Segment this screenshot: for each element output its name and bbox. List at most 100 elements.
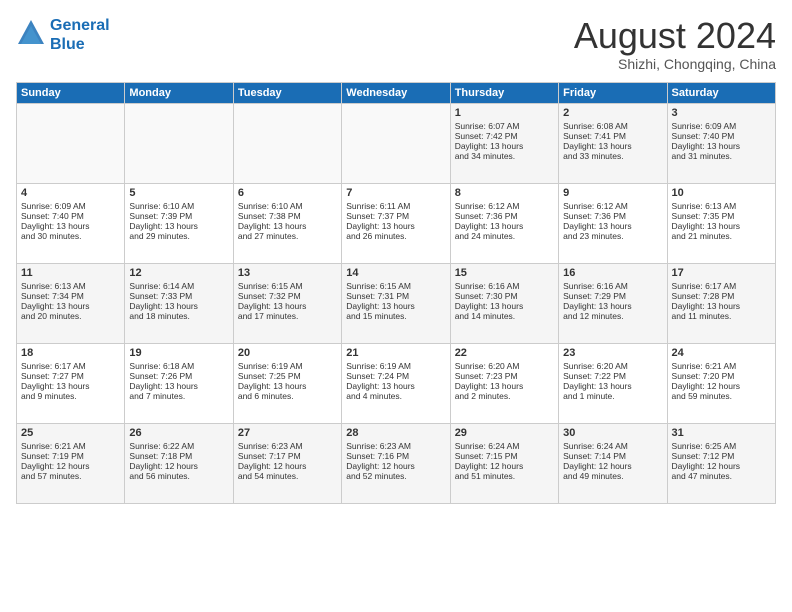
header-monday: Monday — [125, 82, 233, 103]
cell-text: Sunrise: 6:16 AM — [563, 281, 662, 291]
cell-text: and 30 minutes. — [21, 231, 120, 241]
cell-text: Daylight: 13 hours — [238, 301, 337, 311]
cell-week1-day0 — [17, 103, 125, 183]
cell-text: Sunrise: 6:17 AM — [672, 281, 771, 291]
cell-text: Sunset: 7:32 PM — [238, 291, 337, 301]
cell-text: Sunrise: 6:21 AM — [672, 361, 771, 371]
cell-week5-day2: 27Sunrise: 6:23 AMSunset: 7:17 PMDayligh… — [233, 423, 341, 503]
cell-text: Sunrise: 6:07 AM — [455, 121, 554, 131]
cell-week2-day1: 5Sunrise: 6:10 AMSunset: 7:39 PMDaylight… — [125, 183, 233, 263]
cell-week1-day1 — [125, 103, 233, 183]
cell-text: and 14 minutes. — [455, 311, 554, 321]
cell-week2-day4: 8Sunrise: 6:12 AMSunset: 7:36 PMDaylight… — [450, 183, 558, 263]
cell-text: Sunrise: 6:08 AM — [563, 121, 662, 131]
cell-week2-day0: 4Sunrise: 6:09 AMSunset: 7:40 PMDaylight… — [17, 183, 125, 263]
cell-text: Daylight: 13 hours — [455, 221, 554, 231]
cell-week1-day2 — [233, 103, 341, 183]
cell-text: Sunrise: 6:21 AM — [21, 441, 120, 451]
cell-week3-day5: 16 Sunrise: 6:16 AMSunset: 7:29 PMDayligh… — [559, 263, 667, 343]
calendar-table: Sunday Monday Tuesday Wednesday Thursday… — [16, 82, 776, 504]
day-number: 13 — [238, 267, 337, 279]
cell-text: Daylight: 13 hours — [21, 301, 120, 311]
cell-text: and 12 minutes. — [563, 311, 662, 321]
cell-week3-day1: 12Sunrise: 6:14 AMSunset: 7:33 PMDayligh… — [125, 263, 233, 343]
cell-text: Sunrise: 6:19 AM — [238, 361, 337, 371]
cell-text: Daylight: 13 hours — [238, 221, 337, 231]
cell-week2-day5: 9Sunrise: 6:12 AMSunset: 7:36 PMDaylight… — [559, 183, 667, 263]
cell-week1-day4: 1Sunrise: 6:07 AMSunset: 7:42 PMDaylight… — [450, 103, 558, 183]
cell-text: Sunset: 7:14 PM — [563, 451, 662, 461]
cell-week2-day2: 6Sunrise: 6:10 AMSunset: 7:38 PMDaylight… — [233, 183, 341, 263]
cell-text: and 11 minutes. — [672, 311, 771, 321]
day-number: 24 — [672, 347, 771, 359]
cell-text: Sunset: 7:27 PM — [21, 371, 120, 381]
day-number: 7 — [346, 187, 445, 199]
header-wednesday: Wednesday — [342, 82, 450, 103]
cell-text: Sunset: 7:35 PM — [672, 211, 771, 221]
day-number: 14 — [346, 267, 445, 279]
cell-text: Daylight: 13 hours — [563, 221, 662, 231]
cell-text: Sunset: 7:20 PM — [672, 371, 771, 381]
cell-text: and 17 minutes. — [238, 311, 337, 321]
cell-text: Daylight: 12 hours — [455, 461, 554, 471]
cell-text: Sunrise: 6:10 AM — [238, 201, 337, 211]
cell-text: and 18 minutes. — [129, 311, 228, 321]
cell-text: Daylight: 13 hours — [672, 221, 771, 231]
logo-icon — [16, 18, 46, 48]
day-number: 9 — [563, 187, 662, 199]
day-number: 26 — [129, 427, 228, 439]
cell-week1-day6: 3Sunrise: 6:09 AMSunset: 7:40 PMDaylight… — [667, 103, 775, 183]
cell-text: Sunset: 7:15 PM — [455, 451, 554, 461]
cell-text: and 33 minutes. — [563, 151, 662, 161]
cell-text: Sunrise: 6:24 AM — [563, 441, 662, 451]
cell-week4-day6: 24Sunrise: 6:21 AMSunset: 7:20 PMDayligh… — [667, 343, 775, 423]
cell-text: and 52 minutes. — [346, 471, 445, 481]
cell-text: and 29 minutes. — [129, 231, 228, 241]
cell-text: Daylight: 12 hours — [346, 461, 445, 471]
logo: General Blue — [16, 16, 110, 54]
cell-text: Daylight: 13 hours — [21, 381, 120, 391]
cell-text: and 54 minutes. — [238, 471, 337, 481]
cell-text: Sunset: 7:17 PM — [238, 451, 337, 461]
cell-text: Sunset: 7:24 PM — [346, 371, 445, 381]
cell-text: Daylight: 13 hours — [346, 381, 445, 391]
cell-text: Sunset: 7:40 PM — [21, 211, 120, 221]
header-friday: Friday — [559, 82, 667, 103]
cell-week5-day5: 30Sunrise: 6:24 AMSunset: 7:14 PMDayligh… — [559, 423, 667, 503]
cell-text: and 9 minutes. — [21, 391, 120, 401]
cell-text: Sunset: 7:23 PM — [455, 371, 554, 381]
cell-text: Daylight: 13 hours — [455, 381, 554, 391]
cell-text: Sunrise: 6:22 AM — [129, 441, 228, 451]
cell-text: and 23 minutes. — [563, 231, 662, 241]
cell-text: and 2 minutes. — [455, 391, 554, 401]
cell-week5-day6: 31Sunrise: 6:25 AMSunset: 7:12 PMDayligh… — [667, 423, 775, 503]
day-number: 8 — [455, 187, 554, 199]
day-number: 27 — [238, 427, 337, 439]
cell-text: Sunset: 7:25 PM — [238, 371, 337, 381]
month-title: August 2024 — [574, 16, 776, 56]
cell-text: Daylight: 13 hours — [346, 221, 445, 231]
day-number: 10 — [672, 187, 771, 199]
cell-text: and 26 minutes. — [346, 231, 445, 241]
cell-text: Sunrise: 6:10 AM — [129, 201, 228, 211]
cell-week1-day3 — [342, 103, 450, 183]
cell-text: and 34 minutes. — [455, 151, 554, 161]
header-saturday: Saturday — [667, 82, 775, 103]
cell-week3-day3: 14Sunrise: 6:15 AMSunset: 7:31 PMDayligh… — [342, 263, 450, 343]
cell-text: Sunset: 7:39 PM — [129, 211, 228, 221]
day-number: 16 — [563, 267, 662, 279]
day-number: 5 — [129, 187, 228, 199]
header-tuesday: Tuesday — [233, 82, 341, 103]
cell-text: Sunset: 7:28 PM — [672, 291, 771, 301]
title-area: August 2024 Shizhi, Chongqing, China — [574, 16, 776, 72]
cell-text: Sunset: 7:29 PM — [563, 291, 662, 301]
cell-week3-day0: 11Sunrise: 6:13 AMSunset: 7:34 PMDayligh… — [17, 263, 125, 343]
cell-text: and 49 minutes. — [563, 471, 662, 481]
cell-text: Daylight: 13 hours — [563, 301, 662, 311]
cell-text: Daylight: 12 hours — [672, 461, 771, 471]
cell-text: Daylight: 13 hours — [455, 301, 554, 311]
day-number: 17 — [672, 267, 771, 279]
cell-text: Daylight: 13 hours — [455, 141, 554, 151]
cell-week5-day1: 26Sunrise: 6:22 AMSunset: 7:18 PMDayligh… — [125, 423, 233, 503]
day-number: 30 — [563, 427, 662, 439]
